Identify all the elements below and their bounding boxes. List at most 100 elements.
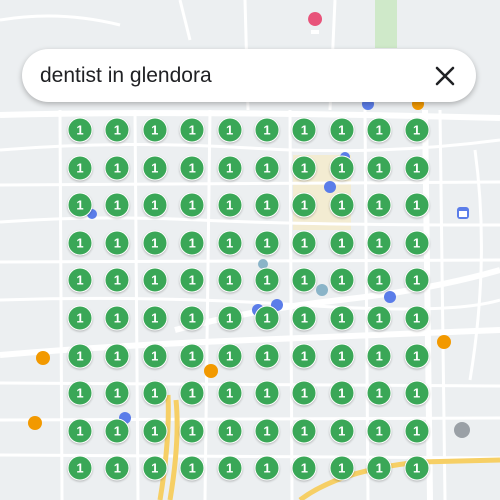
result-pin[interactable]: 1 [404,230,430,256]
result-pin[interactable]: 1 [67,455,93,481]
result-pin[interactable]: 1 [179,267,205,293]
result-pin[interactable]: 1 [67,117,93,143]
result-pin[interactable]: 1 [329,267,355,293]
result-pin[interactable]: 1 [104,230,130,256]
result-pin[interactable]: 1 [329,343,355,369]
result-pin[interactable]: 1 [329,192,355,218]
result-pin[interactable]: 1 [366,305,392,331]
result-pin[interactable]: 1 [329,155,355,181]
result-pin[interactable]: 1 [329,230,355,256]
result-pin[interactable]: 1 [404,155,430,181]
result-pin[interactable]: 1 [291,230,317,256]
result-pin[interactable]: 1 [104,455,130,481]
result-pin[interactable]: 1 [404,192,430,218]
result-pin[interactable]: 1 [291,117,317,143]
result-pin[interactable]: 1 [366,267,392,293]
result-pin[interactable]: 1 [142,418,168,444]
result-pin[interactable]: 1 [254,230,280,256]
result-pin[interactable]: 1 [142,230,168,256]
result-pin[interactable]: 1 [254,380,280,406]
result-pin[interactable]: 1 [217,343,243,369]
result-pin[interactable]: 1 [217,418,243,444]
result-pin[interactable]: 1 [366,155,392,181]
result-pin[interactable]: 1 [142,305,168,331]
result-pin[interactable]: 1 [366,380,392,406]
result-pin[interactable]: 1 [366,455,392,481]
result-pin[interactable]: 1 [404,418,430,444]
result-pin[interactable]: 1 [291,305,317,331]
result-pin[interactable]: 1 [142,343,168,369]
result-pin[interactable]: 1 [179,343,205,369]
result-pin[interactable]: 1 [217,192,243,218]
result-pin[interactable]: 1 [291,343,317,369]
result-pin[interactable]: 1 [67,230,93,256]
result-pin[interactable]: 1 [217,380,243,406]
result-pin[interactable]: 1 [404,267,430,293]
result-pin[interactable]: 1 [291,418,317,444]
result-pin[interactable]: 1 [142,192,168,218]
result-pin[interactable]: 1 [217,230,243,256]
result-pin[interactable]: 1 [366,117,392,143]
result-pin[interactable]: 1 [67,192,93,218]
result-pin[interactable]: 1 [179,418,205,444]
result-pin[interactable]: 1 [142,155,168,181]
result-pin[interactable]: 1 [67,418,93,444]
result-pin[interactable]: 1 [329,380,355,406]
result-pin[interactable]: 1 [179,192,205,218]
result-pin[interactable]: 1 [254,305,280,331]
result-pin[interactable]: 1 [104,380,130,406]
result-pin[interactable]: 1 [254,455,280,481]
result-pin[interactable]: 1 [254,418,280,444]
result-pin[interactable]: 1 [142,380,168,406]
result-pin[interactable]: 1 [104,117,130,143]
result-pin[interactable]: 1 [104,418,130,444]
result-pin[interactable]: 1 [366,418,392,444]
result-pin[interactable]: 1 [254,343,280,369]
result-pin[interactable]: 1 [291,380,317,406]
result-pin[interactable]: 1 [291,455,317,481]
result-pin[interactable]: 1 [179,380,205,406]
result-pin[interactable]: 1 [179,305,205,331]
result-pin[interactable]: 1 [67,155,93,181]
result-pin[interactable]: 1 [104,305,130,331]
result-pin[interactable]: 1 [142,267,168,293]
result-pin[interactable]: 1 [217,455,243,481]
result-pin[interactable]: 1 [254,155,280,181]
result-pin[interactable]: 1 [67,305,93,331]
result-pin[interactable]: 1 [291,155,317,181]
search-input[interactable]: dentist in glendora [40,64,428,88]
result-pin[interactable]: 1 [217,117,243,143]
result-pin[interactable]: 1 [179,155,205,181]
result-pin[interactable]: 1 [104,192,130,218]
close-icon[interactable] [428,59,462,93]
result-pin[interactable]: 1 [404,455,430,481]
result-pin[interactable]: 1 [254,267,280,293]
result-pin[interactable]: 1 [142,117,168,143]
result-pin[interactable]: 1 [179,230,205,256]
result-pin[interactable]: 1 [217,305,243,331]
result-pin[interactable]: 1 [142,455,168,481]
search-bar[interactable]: dentist in glendora [22,49,476,102]
result-pin[interactable]: 1 [104,267,130,293]
result-pin[interactable]: 1 [67,343,93,369]
result-pin[interactable]: 1 [217,267,243,293]
result-pin[interactable]: 1 [366,192,392,218]
result-pin[interactable]: 1 [291,192,317,218]
result-pin[interactable]: 1 [104,155,130,181]
result-pin[interactable]: 1 [254,117,280,143]
result-pin[interactable]: 1 [67,267,93,293]
result-pin[interactable]: 1 [329,117,355,143]
result-pin[interactable]: 1 [366,230,392,256]
result-pin[interactable]: 1 [217,155,243,181]
result-pin[interactable]: 1 [404,380,430,406]
result-pin[interactable]: 1 [104,343,130,369]
result-pin[interactable]: 1 [291,267,317,293]
result-pin[interactable]: 1 [404,305,430,331]
result-pin[interactable]: 1 [329,305,355,331]
result-pin[interactable]: 1 [179,455,205,481]
result-pin[interactable]: 1 [329,455,355,481]
result-pin[interactable]: 1 [67,380,93,406]
result-pin[interactable]: 1 [179,117,205,143]
result-pin[interactable]: 1 [404,343,430,369]
result-pin[interactable]: 1 [254,192,280,218]
